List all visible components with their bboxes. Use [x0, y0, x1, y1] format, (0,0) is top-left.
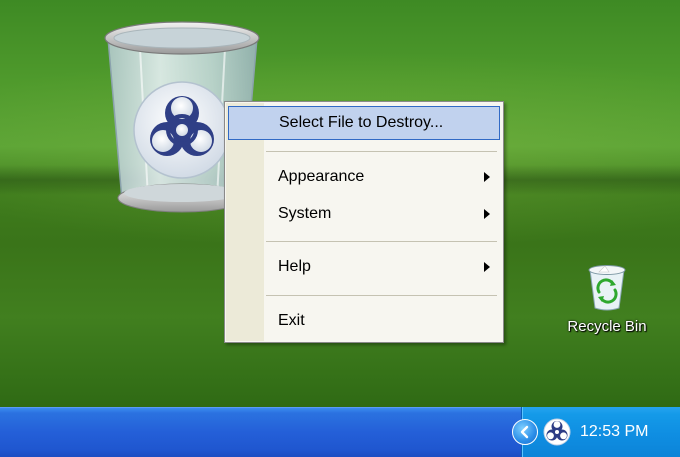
recycle-bin-label: Recycle Bin — [567, 318, 647, 335]
chevron-left-icon — [520, 425, 529, 439]
menu-item-select-file-to-destroy[interactable]: Select File to Destroy... — [228, 106, 500, 140]
submenu-arrow-icon — [484, 172, 490, 182]
taskbar-clock[interactable]: 12:53 PM — [580, 423, 648, 441]
menu-separator — [266, 151, 497, 152]
submenu-arrow-icon — [484, 209, 490, 219]
recycle-bin-icon — [588, 265, 626, 311]
biohazard-tray-graphic — [543, 418, 571, 446]
menu-item-label: Select File to Destroy... — [279, 114, 444, 131]
menu-separator — [266, 295, 497, 296]
menu-item-label: Help — [278, 258, 311, 275]
menu-separator — [266, 241, 497, 242]
submenu-arrow-icon — [484, 262, 490, 272]
menu-item-label: Appearance — [278, 168, 365, 185]
menu-item-system[interactable]: System — [228, 197, 500, 231]
menu-item-help[interactable]: Help — [228, 250, 500, 284]
menu-item-label: System — [278, 205, 332, 222]
menu-item-appearance[interactable]: Appearance — [228, 160, 500, 194]
show-hidden-icons-chevron-icon[interactable] — [512, 419, 538, 445]
biohazard-tray-icon[interactable] — [543, 418, 571, 446]
menu-item-label: Exit — [278, 312, 305, 329]
menu-item-exit[interactable]: Exit — [228, 304, 500, 338]
recycle-bin-shortcut[interactable]: Recycle Bin — [552, 262, 662, 335]
context-menu: Select File to Destroy... Appearance Sys… — [224, 101, 504, 343]
